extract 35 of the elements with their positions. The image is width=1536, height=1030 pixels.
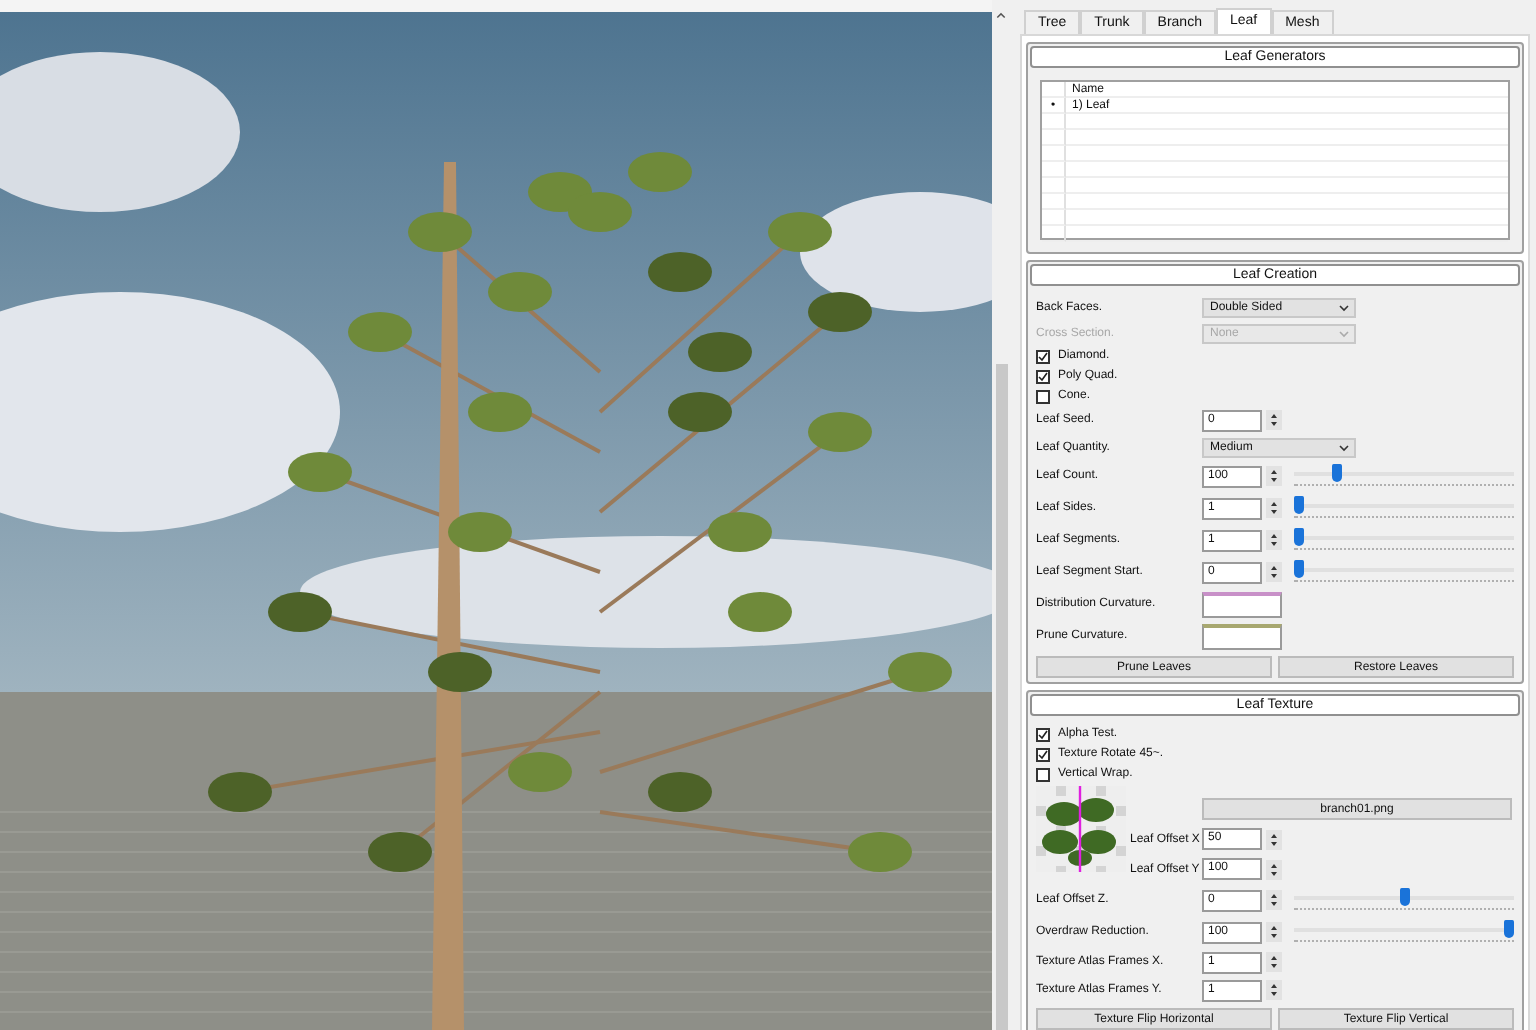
spinner-icon[interactable]	[1266, 562, 1282, 582]
curve-field[interactable]	[1202, 623, 1282, 649]
slider[interactable]	[1294, 560, 1514, 584]
checkbox[interactable]	[1036, 747, 1050, 761]
caret-icon	[1338, 439, 1350, 455]
slider[interactable]	[1294, 464, 1514, 488]
checkbox[interactable]	[1036, 727, 1050, 741]
checkbox[interactable]	[1036, 767, 1050, 781]
slider[interactable]	[1294, 528, 1514, 552]
spinner-icon[interactable]	[1266, 410, 1282, 430]
leaf-texture-drawing	[1036, 786, 1126, 872]
scrollbar[interactable]	[992, 0, 1010, 1030]
slider[interactable]	[1294, 496, 1514, 520]
scrollbar-thumb[interactable]	[995, 363, 1007, 1030]
checkbox[interactable]	[1036, 389, 1050, 403]
spinner-icon[interactable]	[1266, 922, 1282, 942]
slider[interactable]	[1294, 888, 1514, 912]
slider-thumb[interactable]	[1294, 496, 1304, 514]
checkbox[interactable]	[1036, 349, 1050, 363]
slider-thumb[interactable]	[1294, 560, 1304, 578]
spinner-icon[interactable]	[1266, 980, 1282, 1000]
curve-field[interactable]	[1202, 591, 1282, 617]
slider-thumb[interactable]	[1294, 528, 1304, 546]
spinner-icon[interactable]	[1266, 530, 1282, 550]
checkbox[interactable]	[1036, 369, 1050, 383]
slider-thumb[interactable]	[1331, 464, 1342, 482]
slider[interactable]	[1294, 920, 1514, 944]
spinner-icon[interactable]	[1266, 890, 1282, 910]
spinner-icon[interactable]	[1266, 829, 1282, 849]
slider-thumb[interactable]	[1399, 888, 1409, 906]
spinner-icon[interactable]	[1266, 859, 1282, 879]
slider-thumb[interactable]	[1504, 920, 1514, 938]
spinner-icon[interactable]	[1266, 498, 1282, 518]
spinner-icon[interactable]	[1266, 466, 1282, 486]
spinner-icon[interactable]	[1266, 952, 1282, 972]
